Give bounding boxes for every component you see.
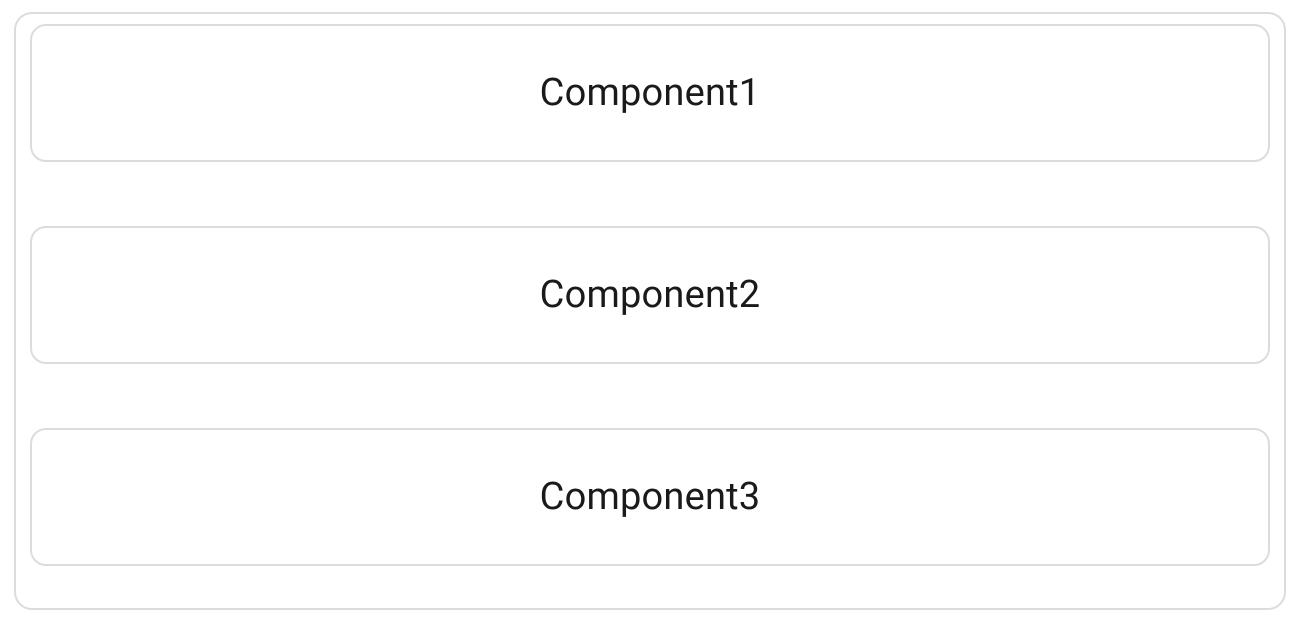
- component-box-3: Component3: [30, 428, 1270, 566]
- container-box: Component1 Component2 Component3: [14, 12, 1286, 610]
- component-label: Component2: [540, 273, 761, 317]
- component-box-2: Component2: [30, 226, 1270, 364]
- component-label: Component1: [540, 71, 761, 115]
- component-box-1: Component1: [30, 24, 1270, 162]
- component-label: Component3: [540, 475, 761, 519]
